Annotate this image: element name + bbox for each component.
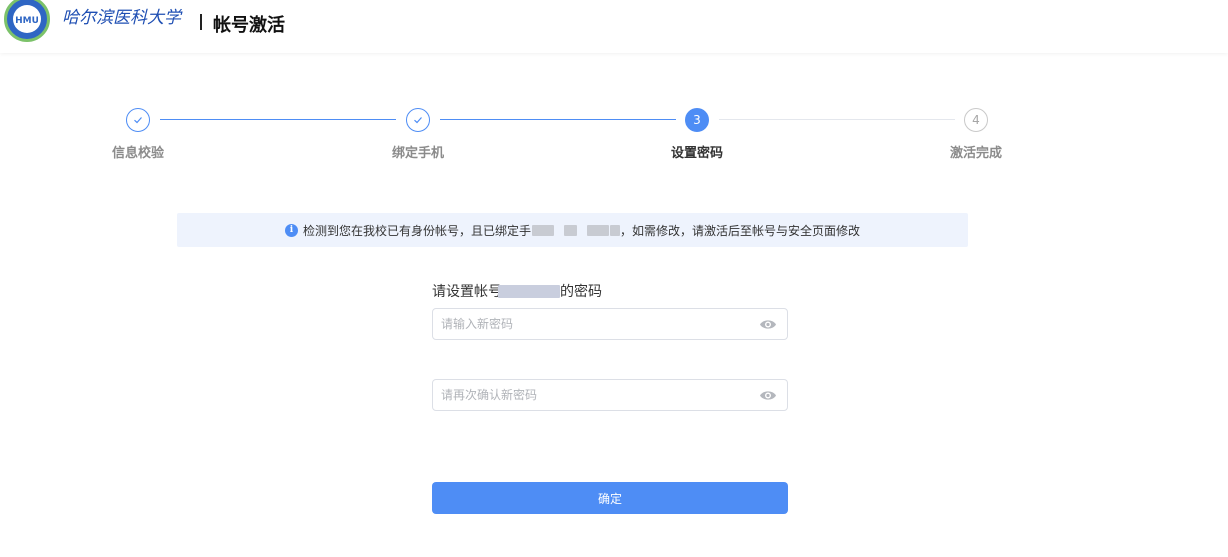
form-title: 请设置帐号 的密码 [432, 281, 602, 301]
progress-steps: 信息校验 绑定手机 3 设置密码 4 激活完成 [0, 108, 1228, 168]
info-icon: i [284, 223, 298, 237]
step-1-check-icon [126, 108, 150, 132]
confirm-password-input[interactable] [441, 380, 751, 410]
step-label-complete: 激活完成 [949, 146, 1003, 161]
confirm-password-field[interactable] [432, 379, 788, 411]
eye-icon[interactable] [759, 318, 777, 331]
page-title: 帐号激活 [213, 15, 285, 36]
notice-banner: i 检测到您在我校已有身份帐号，且已绑定手 ，如需修改，请激活后至帐号与安全页面… [177, 213, 968, 247]
logo-hmu-mark: HMU [16, 16, 38, 26]
new-password-field[interactable] [432, 308, 788, 340]
step-3-number: 3 [685, 108, 709, 132]
redacted-phone-part [564, 224, 577, 236]
eye-icon[interactable] [759, 389, 777, 402]
header-divider [200, 14, 202, 30]
notice-text-start: 检测到您在我校已有身份帐号，且已绑定手 [302, 223, 531, 238]
step-label-set-password: 设置密码 [670, 146, 724, 161]
redacted-phone-part [532, 224, 554, 236]
university-logo: HMU [4, 0, 50, 42]
form-title-start: 请设置帐号 [432, 284, 502, 300]
step-connector [719, 119, 955, 120]
notice-text-end: ，如需修改，请激活后至帐号与安全页面修改 [620, 223, 861, 238]
header: HMU 哈尔滨医科大学 帐号激活 [0, 0, 1228, 53]
step-connector [440, 119, 676, 120]
step-label-bind-phone: 绑定手机 [391, 146, 445, 161]
redacted-phone-part [610, 224, 620, 236]
svg-text:HMU: HMU [16, 16, 38, 26]
form-title-end: 的密码 [560, 284, 602, 300]
confirm-button[interactable]: 确定 [432, 482, 788, 514]
redacted-account [498, 284, 560, 298]
step-4-number: 4 [964, 108, 988, 132]
step-2-check-icon [406, 108, 430, 132]
step-label-verify: 信息校验 [111, 146, 165, 161]
step-connector [160, 119, 396, 120]
university-name: 哈尔滨医科大学 [62, 8, 183, 28]
new-password-input[interactable] [441, 309, 751, 339]
svg-text:哈尔滨医科大学: 哈尔滨医科大学 [62, 8, 183, 28]
redacted-phone-part [587, 224, 609, 236]
